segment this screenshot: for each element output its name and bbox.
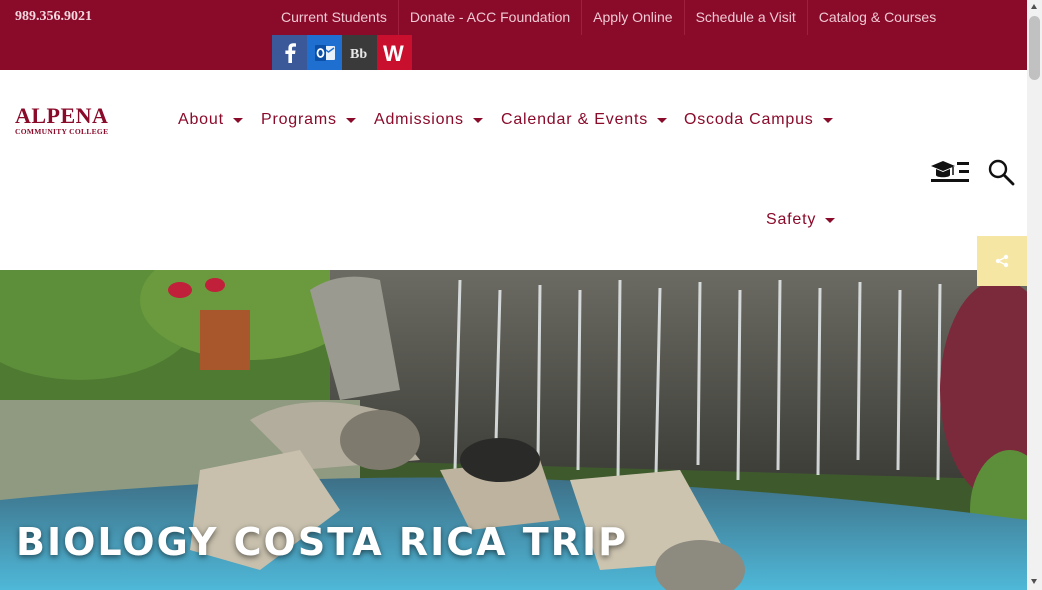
- utility-links: Current Students Donate - ACC Foundation…: [270, 0, 947, 35]
- nav-safety-label: Safety: [766, 211, 817, 228]
- nav-safety[interactable]: Safety: [766, 211, 836, 229]
- nav-programs[interactable]: Programs: [261, 111, 356, 129]
- nav-calendar-events[interactable]: Calendar & Events: [501, 111, 668, 129]
- caret-down-icon: [345, 117, 356, 123]
- page-scrollbar[interactable]: [1027, 0, 1042, 590]
- catalog-courses-link[interactable]: Catalog & Courses: [806, 0, 948, 35]
- current-students-link[interactable]: Current Students: [270, 0, 398, 35]
- donate-foundation-link[interactable]: Donate - ACC Foundation: [397, 0, 581, 35]
- nav-calendar-label: Calendar & Events: [501, 111, 649, 128]
- graduation-cap-menu-icon[interactable]: [930, 158, 970, 186]
- caret-down-icon: [472, 117, 483, 123]
- caret-down-icon: [822, 117, 833, 123]
- facebook-icon[interactable]: [272, 35, 307, 70]
- nav-about[interactable]: About: [178, 111, 243, 129]
- webadvisor-icon[interactable]: W: [377, 35, 412, 70]
- scroll-up-icon[interactable]: [1031, 4, 1037, 9]
- college-logo[interactable]: ALPENA COMMUNITY COLLEGE: [15, 103, 115, 137]
- apply-online-link[interactable]: Apply Online: [581, 0, 683, 35]
- svg-text:W: W: [383, 42, 404, 64]
- nav-about-label: About: [178, 111, 224, 128]
- share-icon: [995, 254, 1009, 268]
- caret-down-icon: [657, 117, 668, 123]
- site-header: ALPENA COMMUNITY COLLEGE About Programs …: [0, 70, 1027, 270]
- schedule-visit-link[interactable]: Schedule a Visit: [683, 0, 807, 35]
- search-icon[interactable]: [987, 158, 1015, 186]
- nav-admissions[interactable]: Admissions: [374, 111, 483, 129]
- nav-oscoda-campus[interactable]: Oscoda Campus: [684, 111, 833, 129]
- scrollbar-thumb[interactable]: [1029, 16, 1040, 80]
- blackboard-icon[interactable]: Bb: [342, 35, 377, 70]
- hero-title: BIOLOGY COSTA RICA TRIP: [16, 520, 628, 564]
- social-icons: Bb W: [272, 35, 412, 70]
- top-utility-bar: 989.356.9021 Current Students Donate - A…: [0, 0, 1027, 70]
- outlook-icon[interactable]: [307, 35, 342, 70]
- scroll-down-icon[interactable]: [1031, 579, 1037, 584]
- page: 989.356.9021 Current Students Donate - A…: [0, 0, 1042, 590]
- nav-programs-label: Programs: [261, 111, 337, 128]
- logo-name: ALPENA: [15, 103, 109, 128]
- share-button[interactable]: [977, 236, 1027, 286]
- nav-oscoda-label: Oscoda Campus: [684, 111, 814, 128]
- caret-down-icon: [825, 217, 836, 223]
- logo-subtitle: COMMUNITY COLLEGE: [15, 127, 109, 136]
- svg-text:Bb: Bb: [350, 47, 367, 61]
- caret-down-icon: [232, 117, 243, 123]
- nav-admissions-label: Admissions: [374, 111, 464, 128]
- phone-number-link[interactable]: 989.356.9021: [15, 9, 92, 25]
- hero-banner: BIOLOGY COSTA RICA TRIP: [0, 270, 1027, 590]
